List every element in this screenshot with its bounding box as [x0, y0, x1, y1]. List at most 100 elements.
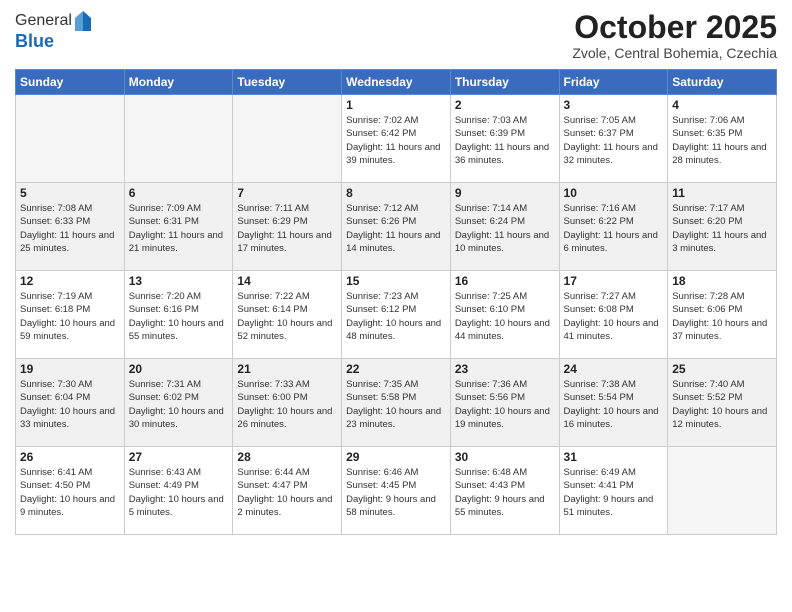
day-info: Sunrise: 7:12 AMSunset: 6:26 PMDaylight:… [346, 202, 446, 255]
day-info: Sunrise: 7:08 AMSunset: 6:33 PMDaylight:… [20, 202, 120, 255]
day-number: 28 [237, 450, 337, 464]
day-number: 26 [20, 450, 120, 464]
day-info: Sunrise: 7:03 AMSunset: 6:39 PMDaylight:… [455, 114, 555, 167]
day-info: Sunrise: 7:25 AMSunset: 6:10 PMDaylight:… [455, 290, 555, 343]
day-number: 1 [346, 98, 446, 112]
table-row: 20 Sunrise: 7:31 AMSunset: 6:02 PMDayligh… [124, 359, 233, 447]
day-number: 13 [129, 274, 229, 288]
col-tuesday: Tuesday [233, 70, 342, 95]
day-number: 10 [564, 186, 664, 200]
table-row: 1 Sunrise: 7:02 AMSunset: 6:42 PMDaylight… [342, 95, 451, 183]
logo: General Blue [15, 10, 94, 52]
table-row: 24 Sunrise: 7:38 AMSunset: 5:54 PMDayligh… [559, 359, 668, 447]
day-info: Sunrise: 7:31 AMSunset: 6:02 PMDaylight:… [129, 378, 229, 431]
table-row: 15 Sunrise: 7:23 AMSunset: 6:12 PMDayligh… [342, 271, 451, 359]
table-row: 4Sunrise: 7:06 AMSunset: 6:35 PMDaylight… [668, 95, 777, 183]
table-row: 28Sunrise: 6:44 AMSunset: 4:47 PMDayligh… [233, 447, 342, 535]
logo-general-text: General [15, 12, 72, 30]
day-info: Sunrise: 7:20 AMSunset: 6:16 PMDaylight:… [129, 290, 229, 343]
table-row [16, 95, 125, 183]
day-info: Sunrise: 7:33 AMSunset: 6:00 PMDaylight:… [237, 378, 337, 431]
day-info: Sunrise: 7:02 AMSunset: 6:42 PMDaylight:… [346, 114, 446, 167]
day-number: 7 [237, 186, 337, 200]
day-info: Sunrise: 6:48 AMSunset: 4:43 PMDaylight:… [455, 466, 555, 519]
day-info: Sunrise: 6:49 AMSunset: 4:41 PMDaylight:… [564, 466, 664, 519]
calendar-week-row: 5Sunrise: 7:08 AMSunset: 6:33 PMDaylight… [16, 183, 777, 271]
day-number: 8 [346, 186, 446, 200]
calendar-week-row: 26 Sunrise: 6:41 AMSunset: 4:50 PMDayligh… [16, 447, 777, 535]
table-row: 19Sunrise: 7:30 AMSunset: 6:04 PMDayligh… [16, 359, 125, 447]
day-info: Sunrise: 7:17 AMSunset: 6:20 PMDaylight:… [672, 202, 772, 255]
day-number: 24 [564, 362, 664, 376]
table-row: 31Sunrise: 6:49 AMSunset: 4:41 PMDayligh… [559, 447, 668, 535]
table-row: 21 Sunrise: 7:33 AMSunset: 6:00 PMDayligh… [233, 359, 342, 447]
table-row: 8 Sunrise: 7:12 AMSunset: 6:26 PMDaylight… [342, 183, 451, 271]
table-row: 23 Sunrise: 7:36 AMSunset: 5:56 PMDayligh… [450, 359, 559, 447]
day-number: 11 [672, 186, 772, 200]
calendar-week-row: 12 Sunrise: 7:19 AMSunset: 6:18 PMDayligh… [16, 271, 777, 359]
day-number: 18 [672, 274, 772, 288]
calendar-header-row: Sunday Monday Tuesday Wednesday Thursday… [16, 70, 777, 95]
day-info: Sunrise: 7:40 AMSunset: 5:52 PMDaylight:… [672, 378, 772, 431]
table-row: 11 Sunrise: 7:17 AMSunset: 6:20 PMDayligh… [668, 183, 777, 271]
day-info: Sunrise: 7:14 AMSunset: 6:24 PMDaylight:… [455, 202, 555, 255]
day-number: 23 [455, 362, 555, 376]
month-title: October 2025 [572, 10, 777, 45]
day-info: Sunrise: 7:11 AMSunset: 6:29 PMDaylight:… [237, 202, 337, 255]
day-info: Sunrise: 7:05 AMSunset: 6:37 PMDaylight:… [564, 114, 664, 167]
table-row: 10Sunrise: 7:16 AMSunset: 6:22 PMDayligh… [559, 183, 668, 271]
day-info: Sunrise: 7:06 AMSunset: 6:35 PMDaylight:… [672, 114, 772, 167]
col-thursday: Thursday [450, 70, 559, 95]
day-number: 22 [346, 362, 446, 376]
table-row: 22 Sunrise: 7:35 AMSunset: 5:58 PMDayligh… [342, 359, 451, 447]
day-number: 12 [20, 274, 120, 288]
col-wednesday: Wednesday [342, 70, 451, 95]
day-number: 20 [129, 362, 229, 376]
table-row: 16 Sunrise: 7:25 AMSunset: 6:10 PMDayligh… [450, 271, 559, 359]
day-number: 25 [672, 362, 772, 376]
page: General Blue October 2025 Zvole, Central… [0, 0, 792, 612]
table-row: 13 Sunrise: 7:20 AMSunset: 6:16 PMDayligh… [124, 271, 233, 359]
location-title: Zvole, Central Bohemia, Czechia [572, 45, 777, 61]
day-info: Sunrise: 7:09 AMSunset: 6:31 PMDaylight:… [129, 202, 229, 255]
day-info: Sunrise: 7:23 AMSunset: 6:12 PMDaylight:… [346, 290, 446, 343]
day-number: 27 [129, 450, 229, 464]
day-info: Sunrise: 7:27 AMSunset: 6:08 PMDaylight:… [564, 290, 664, 343]
day-number: 16 [455, 274, 555, 288]
col-monday: Monday [124, 70, 233, 95]
day-info: Sunrise: 7:19 AMSunset: 6:18 PMDaylight:… [20, 290, 120, 343]
day-number: 2 [455, 98, 555, 112]
table-row: 5Sunrise: 7:08 AMSunset: 6:33 PMDaylight… [16, 183, 125, 271]
table-row: 7 Sunrise: 7:11 AMSunset: 6:29 PMDaylight… [233, 183, 342, 271]
table-row: 25 Sunrise: 7:40 AMSunset: 5:52 PMDayligh… [668, 359, 777, 447]
day-number: 6 [129, 186, 229, 200]
table-row: 18Sunrise: 7:28 AMSunset: 6:06 PMDayligh… [668, 271, 777, 359]
day-info: Sunrise: 6:46 AMSunset: 4:45 PMDaylight:… [346, 466, 446, 519]
day-info: Sunrise: 7:30 AMSunset: 6:04 PMDaylight:… [20, 378, 120, 431]
day-info: Sunrise: 7:35 AMSunset: 5:58 PMDaylight:… [346, 378, 446, 431]
table-row: 2 Sunrise: 7:03 AMSunset: 6:39 PMDaylight… [450, 95, 559, 183]
table-row: 30Sunrise: 6:48 AMSunset: 4:43 PMDayligh… [450, 447, 559, 535]
table-row [124, 95, 233, 183]
day-number: 3 [564, 98, 664, 112]
day-info: Sunrise: 6:43 AMSunset: 4:49 PMDaylight:… [129, 466, 229, 519]
table-row: 12 Sunrise: 7:19 AMSunset: 6:18 PMDayligh… [16, 271, 125, 359]
day-number: 15 [346, 274, 446, 288]
table-row: 6 Sunrise: 7:09 AMSunset: 6:31 PMDaylight… [124, 183, 233, 271]
day-number: 9 [455, 186, 555, 200]
calendar-table: Sunday Monday Tuesday Wednesday Thursday… [15, 69, 777, 535]
day-info: Sunrise: 7:38 AMSunset: 5:54 PMDaylight:… [564, 378, 664, 431]
table-row [233, 95, 342, 183]
day-number: 21 [237, 362, 337, 376]
header: General Blue October 2025 Zvole, Central… [15, 10, 777, 61]
table-row: 27 Sunrise: 6:43 AMSunset: 4:49 PMDayligh… [124, 447, 233, 535]
logo-icon [74, 10, 92, 32]
day-info: Sunrise: 7:22 AMSunset: 6:14 PMDaylight:… [237, 290, 337, 343]
calendar-week-row: 1 Sunrise: 7:02 AMSunset: 6:42 PMDaylight… [16, 95, 777, 183]
day-info: Sunrise: 6:41 AMSunset: 4:50 PMDaylight:… [20, 466, 120, 519]
day-number: 29 [346, 450, 446, 464]
col-sunday: Sunday [16, 70, 125, 95]
table-row: 29 Sunrise: 6:46 AMSunset: 4:45 PMDayligh… [342, 447, 451, 535]
table-row: 9 Sunrise: 7:14 AMSunset: 6:24 PMDaylight… [450, 183, 559, 271]
day-info: Sunrise: 7:36 AMSunset: 5:56 PMDaylight:… [455, 378, 555, 431]
